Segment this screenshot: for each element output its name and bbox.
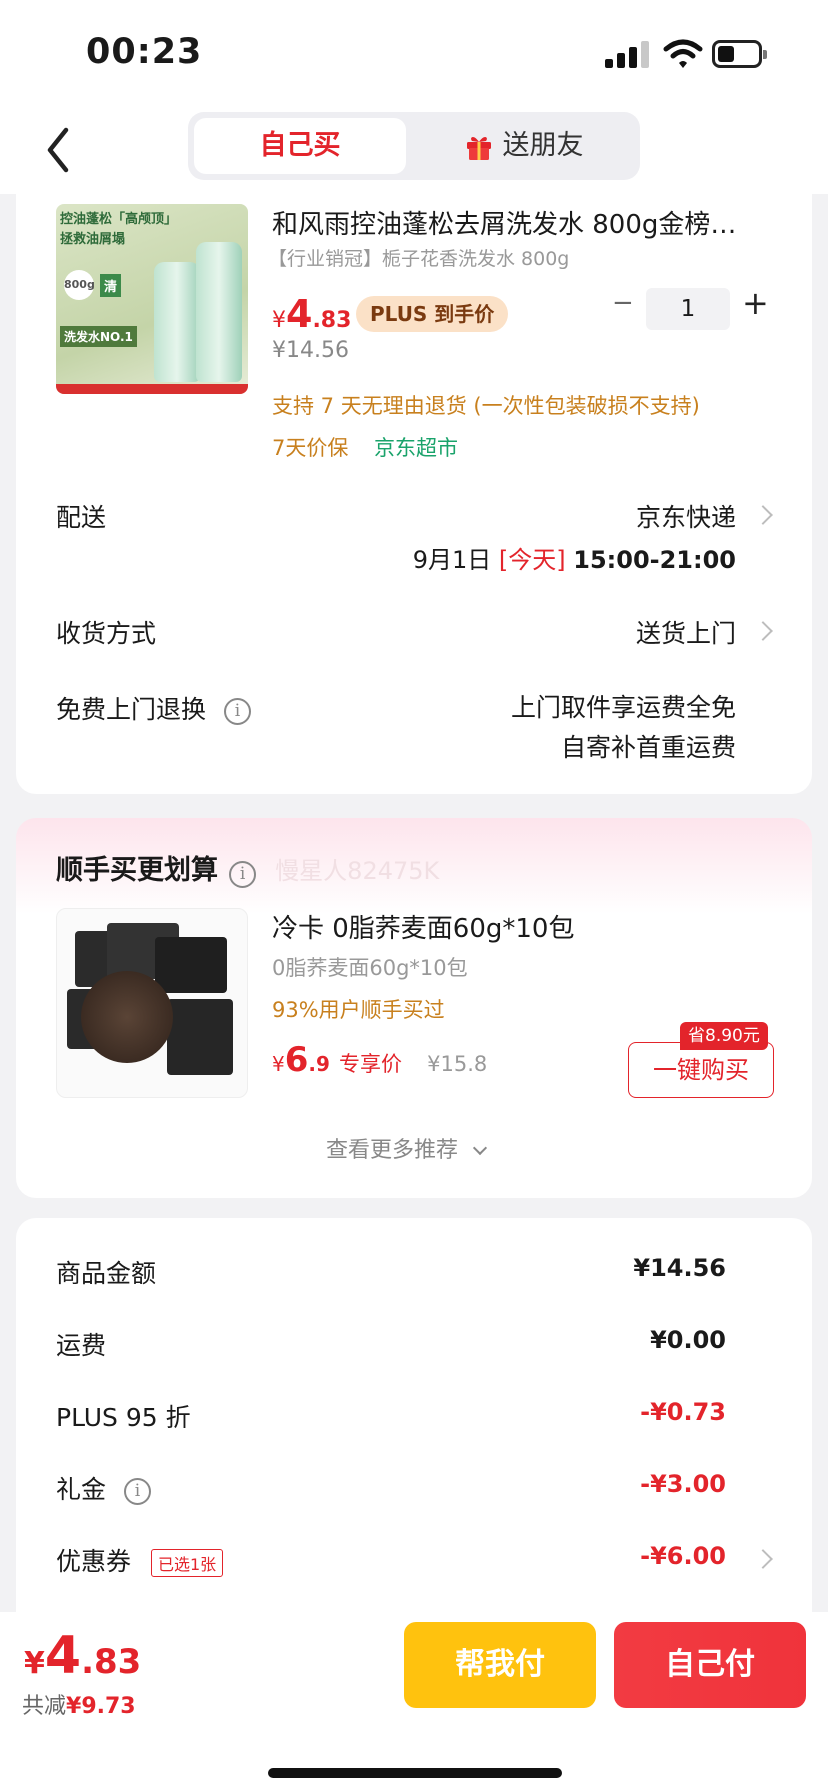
receive-method-value[interactable]: 送货上门 bbox=[636, 614, 736, 650]
product-image[interactable]: 控油蓬松「高颅顶」 拯救油屑塌 800g 清 洗发水NO.1 bbox=[56, 204, 248, 394]
plus-price-badge: PLUS 到手价 bbox=[356, 296, 509, 332]
product-subtitle: 【行业销冠】栀子花香洗发水 800g bbox=[268, 248, 570, 270]
price-int: 4 bbox=[286, 292, 313, 336]
quantity-input[interactable]: 1 bbox=[646, 288, 730, 330]
free-return-line2: 自寄补首重运费 bbox=[560, 733, 736, 762]
product-image-caption: 控油蓬松「高颅顶」 bbox=[60, 212, 178, 227]
wifi-icon bbox=[663, 39, 703, 68]
price-dec: .83 bbox=[312, 308, 352, 333]
delivery-time: 9月1日 [今天] 15:00-21:00 bbox=[413, 540, 736, 575]
product-title[interactable]: 和风雨控油蓬松去屑洗发水 800g金榜… bbox=[272, 204, 736, 241]
receive-chevron-icon[interactable] bbox=[753, 621, 773, 641]
gift-icon bbox=[466, 136, 491, 160]
watermark-text: 慢星人82475K bbox=[275, 857, 440, 885]
price-tag: 专享价 bbox=[339, 1052, 403, 1076]
tab-buy-self[interactable]: 自己买 bbox=[194, 118, 406, 174]
purchase-mode-toggle: 自己买 送朋友 bbox=[188, 112, 640, 180]
summary-plus-value: -¥0.73 bbox=[640, 1398, 726, 1426]
coupon-chevron-icon[interactable] bbox=[753, 1549, 773, 1569]
status-bar: 00:23 bbox=[0, 0, 828, 108]
delivery-label: 配送 bbox=[56, 503, 107, 532]
summary-shipping-label: 运费 bbox=[56, 1331, 107, 1360]
chevron-down-icon bbox=[472, 1140, 488, 1156]
save-badge: 省8.90元 bbox=[680, 1022, 768, 1050]
product-image-label: 洗发水NO.1 bbox=[60, 326, 137, 347]
summary-coupon-label[interactable]: 优惠券 已选1张 bbox=[56, 1542, 224, 1578]
qty-plus-button[interactable]: + bbox=[742, 284, 769, 322]
recommend-card: 顺手买更划算 i 慢星人82475K 冷卡 0脂荞麦面60g*10包 0脂荞麦面… bbox=[16, 818, 812, 1198]
recommend-item-subtitle: 0脂荞麦面60g*10包 bbox=[272, 956, 468, 980]
nav-bar: 自己买 送朋友 bbox=[0, 108, 828, 194]
more-recommend-link[interactable]: 查看更多推荐 bbox=[326, 1132, 488, 1164]
return-policy: 支持 7 天无理由退货 (一次性包装破损不支持) bbox=[272, 394, 700, 418]
recommend-item-title[interactable]: 冷卡 0脂荞麦面60g*10包 bbox=[272, 908, 574, 945]
product-image-caption-2: 拯救油屑塌 bbox=[60, 232, 126, 247]
total-price-dec: .83 bbox=[81, 1642, 142, 1682]
price-symbol: ¥ bbox=[272, 1052, 285, 1076]
price-dec: .9 bbox=[308, 1052, 330, 1076]
price-protect-tag: 7天价保 bbox=[272, 436, 349, 460]
info-icon[interactable]: i bbox=[223, 697, 251, 725]
back-arrow-icon[interactable] bbox=[40, 122, 80, 178]
price-int: 6 bbox=[284, 1040, 309, 1080]
total-price: ¥4.83 bbox=[24, 1626, 141, 1686]
delivery-today: [今天] bbox=[498, 546, 566, 574]
total-save: 共减¥9.73 bbox=[22, 1688, 136, 1720]
product-image-badge: 800g bbox=[64, 270, 95, 300]
tab-send-friend-label: 送朋友 bbox=[502, 130, 584, 161]
delivery-date: 9月1日 bbox=[412, 546, 492, 574]
qty-minus-button[interactable]: − bbox=[612, 288, 634, 318]
recommend-original-price: ¥15.8 bbox=[427, 1052, 488, 1076]
free-return-label: 免费上门退换 i bbox=[56, 690, 251, 726]
free-return-text: 免费上门退换 bbox=[56, 695, 207, 724]
recommend-title-row: 顺手买更划算 i 慢星人82475K bbox=[56, 848, 439, 888]
help-pay-button[interactable]: 帮我付 bbox=[404, 1622, 596, 1708]
coupon-selected-tag: 已选1张 bbox=[150, 1549, 224, 1577]
order-item-card: 控油蓬松「高颅顶」 拯救油屑塌 800g 清 洗发水NO.1 和风雨控油蓬松去屑… bbox=[16, 194, 812, 794]
price-summary-card: 商品金额 ¥14.56 运费 ¥0.00 PLUS 95 折 -¥0.73 礼金… bbox=[16, 1218, 812, 1618]
summary-coupon-value[interactable]: -¥6.00 bbox=[640, 1542, 726, 1570]
total-save-label: 共减 bbox=[22, 1694, 67, 1719]
summary-shipping-value: ¥0.00 bbox=[650, 1326, 726, 1354]
product-price: ¥4.83 bbox=[272, 292, 351, 336]
free-return-line1: 上门取件享运费全免 bbox=[510, 693, 736, 722]
summary-goods-label: 商品金额 bbox=[56, 1259, 157, 1288]
signal-icon bbox=[605, 40, 649, 68]
total-save-value: ¥9.73 bbox=[66, 1694, 136, 1719]
receive-method-label: 收货方式 bbox=[56, 619, 157, 648]
summary-goods-value: ¥14.56 bbox=[633, 1254, 726, 1282]
summary-plus-label: PLUS 95 折 bbox=[56, 1403, 191, 1432]
one-click-buy-button[interactable]: 一键购买 bbox=[628, 1042, 774, 1098]
info-icon[interactable]: i bbox=[123, 1477, 151, 1505]
original-price: ¥14.56 bbox=[272, 338, 349, 363]
bottom-action-bar: ¥4.83 共减¥9.73 帮我付 自己付 bbox=[0, 1612, 828, 1792]
tab-send-friend[interactable]: 送朋友 bbox=[414, 118, 634, 174]
total-price-int: 4 bbox=[44, 1626, 82, 1686]
product-image-badge-2: 清 bbox=[100, 274, 122, 297]
status-time: 00:23 bbox=[86, 32, 203, 72]
delivery-chevron-icon[interactable] bbox=[753, 505, 773, 525]
self-pay-button[interactable]: 自己付 bbox=[614, 1622, 806, 1708]
summary-gift-value: -¥3.00 bbox=[640, 1470, 726, 1498]
home-indicator[interactable] bbox=[268, 1768, 562, 1778]
summary-gift-label: 礼金 i bbox=[56, 1470, 151, 1506]
more-recommend-label: 查看更多推荐 bbox=[326, 1138, 459, 1163]
summary-gift-text: 礼金 bbox=[56, 1475, 107, 1504]
recommend-item-note: 93%用户顺手买过 bbox=[272, 998, 445, 1022]
battery-icon bbox=[712, 40, 767, 68]
delivery-slot: 15:00-21:00 bbox=[573, 546, 736, 574]
total-price-symbol: ¥ bbox=[24, 1646, 45, 1681]
summary-coupon-text: 优惠券 bbox=[56, 1547, 132, 1576]
info-icon[interactable]: i bbox=[229, 861, 257, 888]
recommend-title: 顺手买更划算 bbox=[56, 855, 218, 886]
store-tag[interactable]: 京东超市 bbox=[374, 432, 458, 462]
recommend-price: ¥6.9 专享价 ¥15.8 bbox=[272, 1040, 487, 1080]
price-symbol: ¥ bbox=[272, 308, 286, 333]
recommend-item-image[interactable] bbox=[56, 908, 248, 1098]
delivery-carrier[interactable]: 京东快递 bbox=[636, 498, 736, 534]
